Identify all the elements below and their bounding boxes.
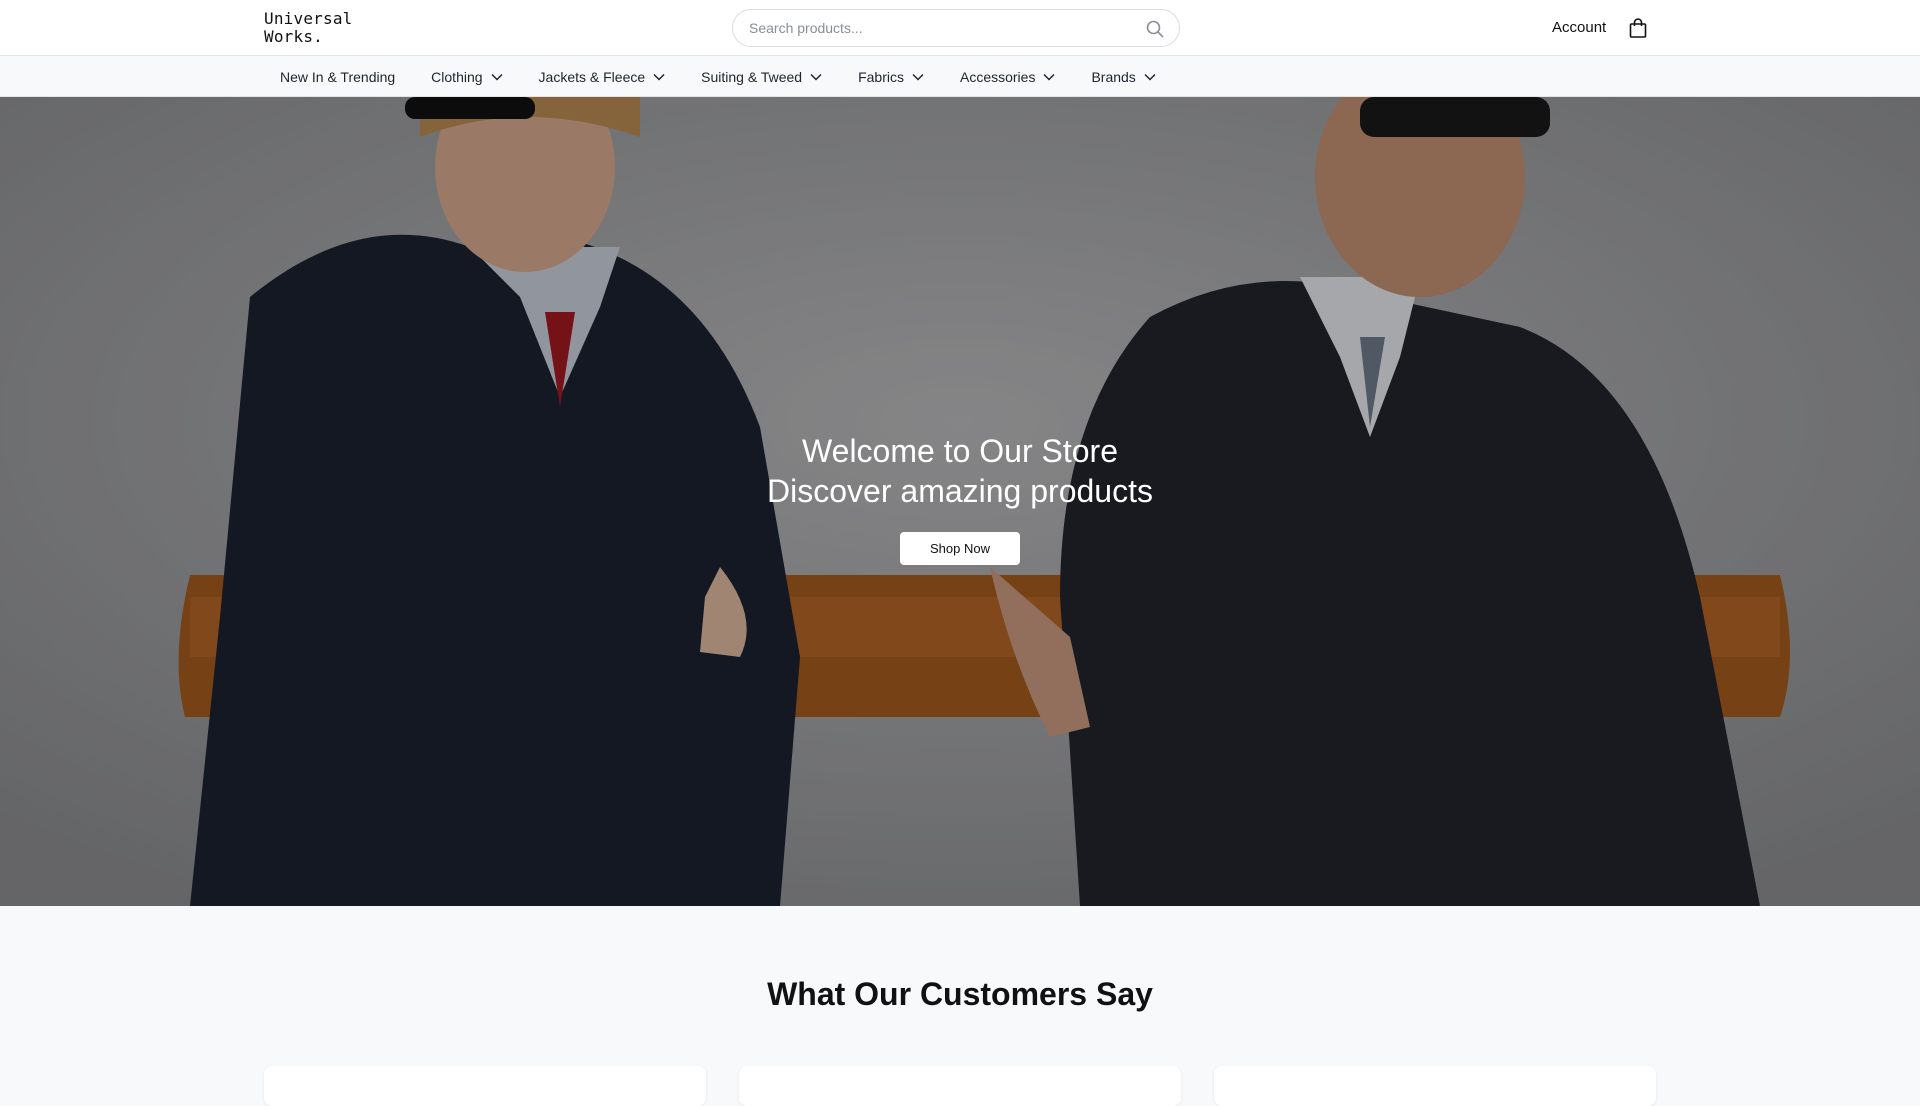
chevron-down-icon xyxy=(653,73,665,81)
hero-title: Welcome to Our Store Discover amazing pr… xyxy=(0,431,1920,511)
chevron-down-icon xyxy=(491,73,503,81)
hero-title-line-2: Discover amazing products xyxy=(767,473,1153,509)
hero-title-line-1: Welcome to Our Store xyxy=(802,433,1118,469)
search-icon[interactable] xyxy=(1145,19,1165,39)
account-link[interactable]: Account xyxy=(1552,19,1606,36)
testimonials-section: What Our Customers Say xyxy=(0,906,1920,1106)
nav-item-label: New In & Trending xyxy=(280,68,396,85)
nav-item-label: Fabrics xyxy=(858,68,904,85)
search-input[interactable] xyxy=(749,10,1129,46)
shopping-bag-icon[interactable] xyxy=(1628,17,1648,39)
testimonial-card xyxy=(739,1066,1181,1106)
nav-item-label: Accessories xyxy=(959,68,1036,85)
nav-item-new-in-trending[interactable]: New In & Trending xyxy=(280,69,395,85)
nav-item-label: Suiting & Tweed xyxy=(701,68,803,85)
nav-item-suiting-tweed[interactable]: Suiting & Tweed xyxy=(701,69,822,85)
site-header: Universal Works. Account xyxy=(0,0,1920,56)
chevron-down-icon xyxy=(1043,73,1055,81)
nav-items: New In & Trending Clothing Jackets & Fleec… xyxy=(280,56,1192,97)
brand-logo[interactable]: Universal Works. xyxy=(264,10,353,46)
hero-content: Welcome to Our Store Discover amazing pr… xyxy=(0,431,1920,565)
nav-item-clothing[interactable]: Clothing xyxy=(431,68,503,85)
testimonial-card xyxy=(264,1066,706,1106)
nav-item-label: Jackets & Fleece xyxy=(538,68,646,85)
chevron-down-icon xyxy=(1144,73,1156,81)
search-bar[interactable] xyxy=(732,9,1180,47)
nav-item-label: Brands xyxy=(1091,68,1136,85)
chevron-down-icon xyxy=(810,73,822,81)
nav-item-label: Clothing xyxy=(431,68,483,85)
nav-item-jackets-fleece[interactable]: Jackets & Fleece xyxy=(539,69,666,85)
shop-now-button[interactable]: Shop Now xyxy=(900,532,1020,565)
testimonial-card xyxy=(1214,1066,1656,1106)
testimonials-title: What Our Customers Say xyxy=(767,976,1153,1012)
nav-item-fabrics[interactable]: Fabrics xyxy=(858,69,924,85)
chevron-down-icon xyxy=(912,73,924,81)
hero-banner: Welcome to Our Store Discover amazing pr… xyxy=(0,97,1920,906)
nav-item-accessories[interactable]: Accessories xyxy=(960,69,1055,85)
nav-item-brands[interactable]: Brands xyxy=(1091,68,1156,85)
main-nav: New In & Trending Clothing Jackets & Fleec… xyxy=(0,56,1920,97)
